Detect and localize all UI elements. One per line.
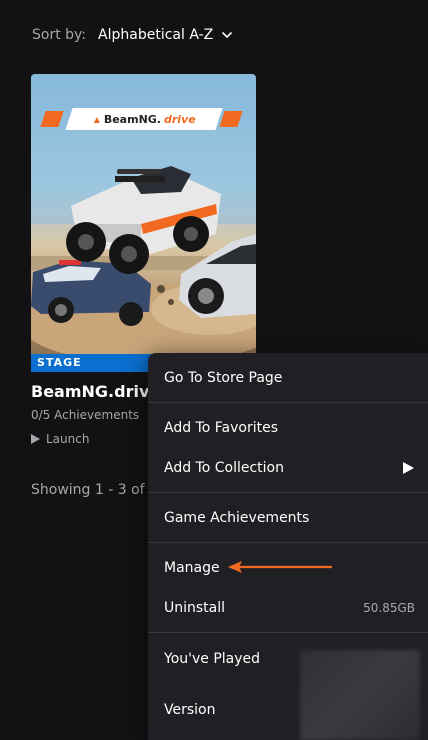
- sort-label: Sort by:: [32, 27, 87, 43]
- menu-item-add-favorites[interactable]: Add To Favorites: [148, 408, 428, 448]
- submenu-arrow-icon: [403, 462, 414, 474]
- menu-divider: [148, 542, 428, 543]
- play-icon: [31, 434, 40, 444]
- chevron-down-icon[interactable]: [221, 29, 233, 41]
- beamng-logo-icon: [93, 116, 100, 122]
- menu-item-label: Manage: [164, 560, 220, 576]
- redacted-values: [300, 650, 420, 740]
- logo-accent: drive: [163, 112, 196, 126]
- launch-button[interactable]: Launch: [31, 432, 89, 446]
- menu-item-game-achievements[interactable]: Game Achievements: [148, 498, 428, 538]
- install-size: 50.85GB: [363, 601, 415, 615]
- sort-value[interactable]: Alphabetical A-Z: [98, 27, 213, 43]
- annotation-arrow-icon: [228, 561, 332, 573]
- game-logo: BeamNG. drive: [65, 108, 223, 130]
- menu-item-label: Add To Favorites: [164, 420, 278, 436]
- game-card[interactable]: BeamNG. drive STAGE BeamNG.drive 0/5 Achi…: [31, 74, 256, 446]
- menu-item-label: Add To Collection: [164, 460, 284, 476]
- game-title[interactable]: BeamNG.drive: [31, 382, 160, 401]
- menu-item-add-collection[interactable]: Add To Collection: [148, 448, 428, 488]
- sort-control[interactable]: Sort by: Alphabetical A-Z: [32, 24, 233, 46]
- library-view: Sort by: Alphabetical A-Z BeamNG. drive …: [0, 0, 428, 740]
- logo-brand: BeamNG.: [103, 112, 161, 126]
- menu-item-label: Game Achievements: [164, 510, 310, 526]
- menu-divider: [148, 402, 428, 403]
- menu-item-label: Go To Store Page: [164, 370, 283, 386]
- menu-item-label: You've Played: [164, 651, 261, 667]
- menu-item-label: Version: [164, 702, 216, 718]
- context-menu: Go To Store Page Add To Favorites Add To…: [148, 353, 428, 740]
- menu-item-store-page[interactable]: Go To Store Page: [148, 358, 428, 398]
- menu-item-label: Uninstall: [164, 600, 226, 616]
- menu-item-uninstall[interactable]: Uninstall 50.85GB: [148, 588, 428, 628]
- launch-label: Launch: [46, 432, 90, 446]
- results-count: Showing 1 - 3 of: [31, 482, 145, 498]
- menu-divider: [148, 492, 428, 493]
- game-cover-image[interactable]: BeamNG. drive: [31, 74, 256, 354]
- achievements-count: 0/5 Achievements: [31, 408, 140, 422]
- menu-divider: [148, 632, 428, 633]
